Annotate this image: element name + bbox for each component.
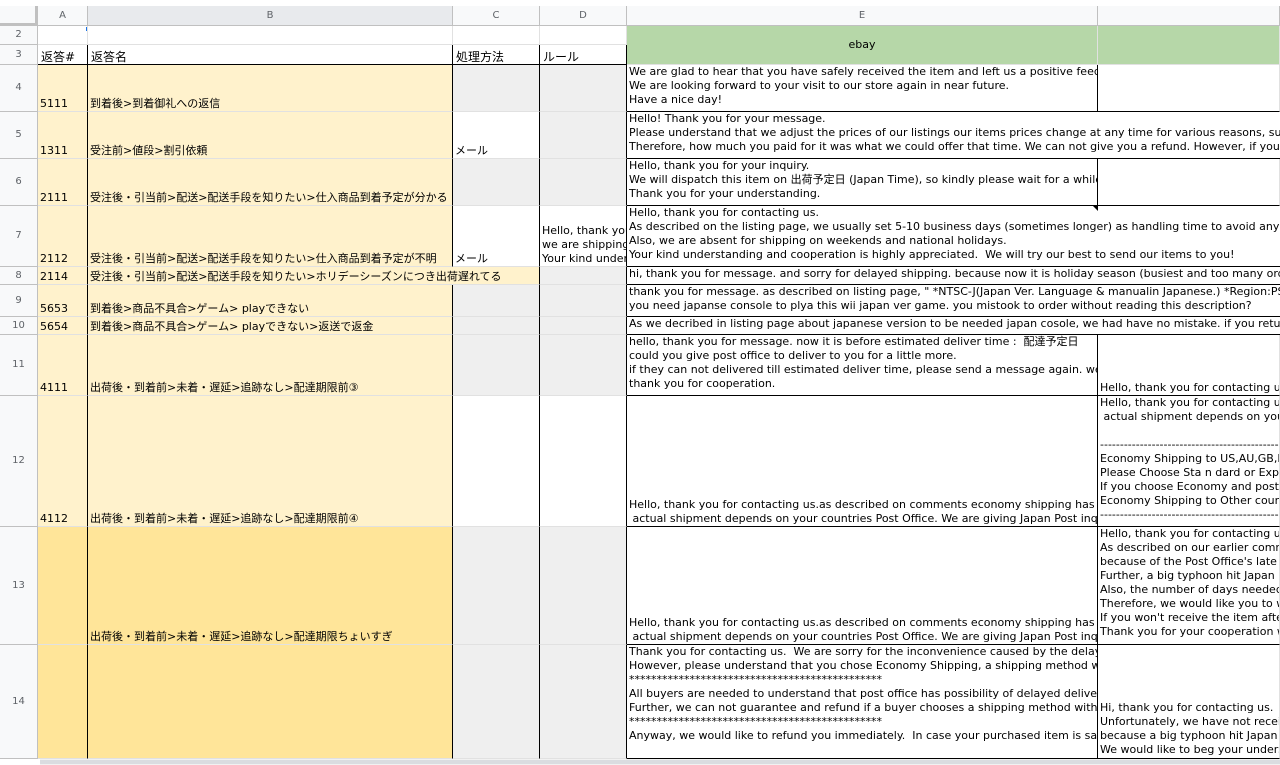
cell-next-template[interactable]: Hi, thank you for contacting us. Unfortu… [1098,645,1280,759]
cell-reply-name[interactable] [88,645,453,759]
row-header-3[interactable]: 3 [0,45,38,65]
header-reply-name[interactable]: 返答名 [88,45,453,65]
cell-a2[interactable] [38,26,88,45]
cell-reply-name[interactable]: 受注前>値段>割引依頼 [88,112,453,159]
cell-reply-number[interactable] [38,645,88,759]
cell-reply-name[interactable]: 到着後>到着御礼への返信 [88,65,453,112]
column-header-d[interactable]: D [540,6,627,26]
cell-method[interactable]: メール [453,112,540,159]
cell-reply-number[interactable]: 2112 [38,206,88,267]
row-header-6[interactable]: 6 [0,159,38,206]
cell-reply-name[interactable]: 受注後・引当前>配送>配送手段を知りたい>仕入商品到着予定が不明 [88,206,453,267]
column-header-b[interactable]: B [88,6,453,26]
cell-ebay-template[interactable]: Hello, thank you for contacting us.as de… [627,396,1098,527]
row-header-14[interactable]: 14 [0,645,38,759]
cell-ebay-template[interactable]: Hello! Thank you for your message. Pleas… [627,112,1280,159]
row-header-9[interactable]: 9 [0,285,38,317]
cell-ebay-template[interactable]: As we decribed in listing page about jap… [627,317,1280,335]
cell-rule[interactable] [540,285,627,317]
cell-c2[interactable] [453,26,540,45]
cell-ebay-template[interactable]: We are glad to hear that you have safely… [627,65,1098,112]
cell-rule[interactable] [540,159,627,206]
row-header-8[interactable]: 8 [0,267,38,285]
cell-reply-name[interactable]: 受注後・引当前>配送>配送手段を知りたい>ホリデーシーズンにつき出荷遅れてる [88,267,540,285]
cell-ebay-template[interactable]: thank you for message. as described on l… [627,285,1280,317]
cell-method[interactable] [453,159,540,206]
cell-method[interactable] [453,285,540,317]
row-header-4[interactable]: 4 [0,65,38,112]
cell-method[interactable] [453,645,540,759]
row-header-11[interactable]: 11 [0,335,38,396]
row-header-13[interactable]: 13 [0,527,38,645]
cell-ebay-template[interactable]: Hello, thank you for your inquiry. We wi… [627,159,1098,206]
cell-e2-ebay-header[interactable]: ebay [627,26,1098,65]
scrollbar-thumb[interactable] [40,760,1280,764]
cell-ebay-template[interactable]: hello, thank you for message. now it is … [627,335,1098,396]
cell-rule[interactable]: Hello, thank you we are shipping Your ki… [540,206,627,267]
header-reply-number[interactable]: 返答# [38,45,88,65]
header-rule[interactable]: ルール [540,45,627,65]
row-header-10[interactable]: 10 [0,317,38,335]
cell-reply-number[interactable]: 4112 [38,396,88,527]
cell-ebay-template[interactable]: Thank you for contacting us. We are sorr… [627,645,1098,759]
cell-d2[interactable] [540,26,627,45]
cell-method[interactable] [453,396,540,527]
cell-ebay-template[interactable]: hi, thank you for message. and sorry for… [627,267,1280,285]
select-all-corner[interactable] [0,6,38,26]
cell-reply-name[interactable]: 到着後>商品不具合>ゲーム> playできない [88,285,453,317]
cell-reply-number[interactable]: 4111 [38,335,88,396]
cell-rule[interactable] [540,396,627,527]
cell-rule[interactable] [540,65,627,112]
cell-reply-number[interactable]: 1311 [38,112,88,159]
cell-next-template[interactable]: Hello, thank you for contacting us.a [1098,335,1280,396]
cell-method[interactable]: メール [453,206,540,267]
cell-next-template[interactable]: Hello, thank you for contacting us. As d… [1098,527,1280,645]
cell-reply-name[interactable]: 受注後・引当前>配送>配送手段を知りたい>仕入商品到着予定が分かる [88,159,453,206]
cell-method[interactable] [453,65,540,112]
cell-reply-name[interactable]: 到着後>商品不具合>ゲーム> playできない>返送で返金 [88,317,453,335]
cell-ebay-template[interactable]: Hello, thank you for contacting us.as de… [627,527,1098,645]
cell-rule[interactable] [540,645,627,759]
row-header-12[interactable]: 12 [0,396,38,527]
spreadsheet-grid: A B C D E 2 ebay 3 返答# 返答名 処理方法 ルール 4 51… [0,6,1280,759]
cell-next-template[interactable]: Hello, thank you for contacting us.a act… [1098,396,1280,527]
cell-rule[interactable] [540,317,627,335]
cell-method[interactable] [453,317,540,335]
cell-rule[interactable] [540,527,627,645]
cell-reply-number[interactable]: 5653 [38,285,88,317]
cell-next-template[interactable] [1098,65,1280,112]
cell-reply-name[interactable]: 出荷後・到着前>未着・遅延>追跡なし>配達期限ちょいすぎ [88,527,453,645]
cell-reply-name[interactable]: 出荷後・到着前>未着・遅延>追跡なし>配達期限前③ [88,335,453,396]
cell-reply-number[interactable]: 2114 [38,267,88,285]
column-header-a[interactable]: A [38,6,88,26]
cell-next-template[interactable] [1098,159,1280,206]
column-header-e[interactable]: E [627,6,1098,26]
cell-rule[interactable] [540,267,627,285]
cell-method[interactable] [453,335,540,396]
row-header-2[interactable]: 2 [0,26,38,45]
cell-reply-name[interactable]: 出荷後・到着前>未着・遅延>追跡なし>配達期限前④ [88,396,453,527]
cell-reply-number[interactable]: 2111 [38,159,88,206]
header-processing-method[interactable]: 処理方法 [453,45,540,65]
cell-method[interactable] [453,527,540,645]
row-header-5[interactable]: 5 [0,112,38,159]
cell-reply-number[interactable]: 5111 [38,65,88,112]
column-header-f[interactable] [1098,6,1280,26]
horizontal-scrollbar[interactable] [40,759,1280,765]
column-header-c[interactable]: C [453,6,540,26]
cell-ebay-template[interactable]: Hello, thank you for contacting us. As d… [627,206,1280,267]
cell-rule[interactable] [540,335,627,396]
cell-f2-header[interactable] [1098,26,1280,65]
cell-b2[interactable] [88,26,453,45]
cell-rule[interactable] [540,112,627,159]
cell-reply-number[interactable]: 5654 [38,317,88,335]
row-header-7[interactable]: 7 [0,206,38,267]
cell-reply-number[interactable] [38,527,88,645]
